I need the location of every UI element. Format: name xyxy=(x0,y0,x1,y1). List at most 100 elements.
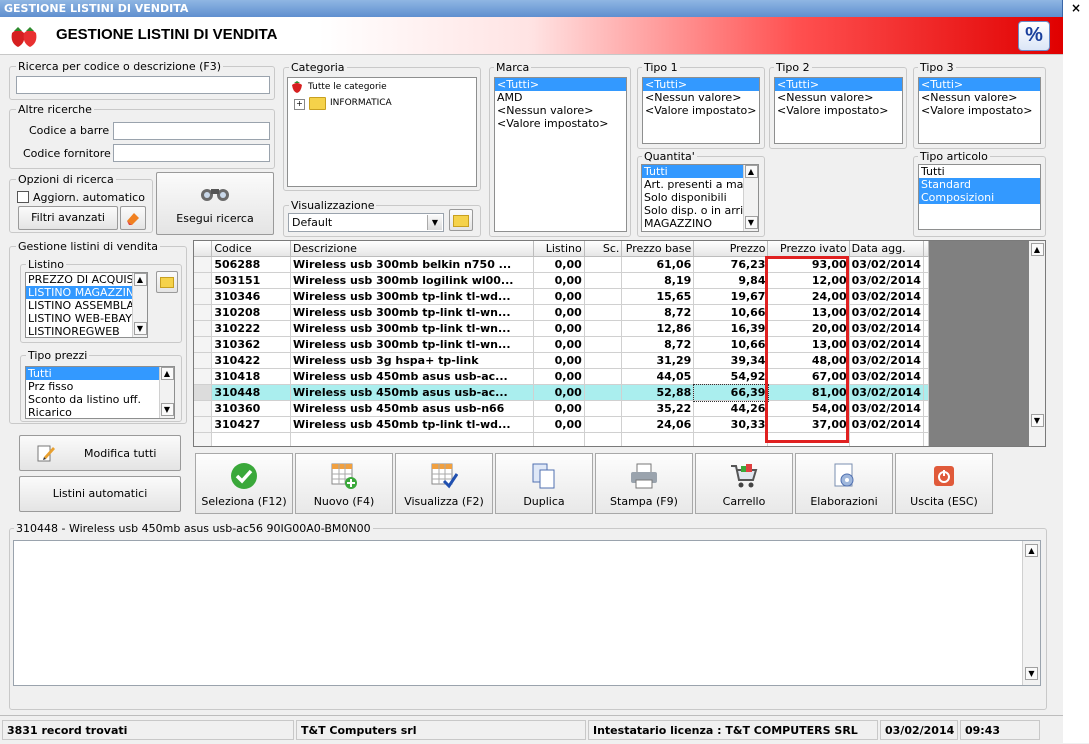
table-cell[interactable]: 03/02/2014 xyxy=(849,368,925,385)
table-cell[interactable]: 0,00 xyxy=(533,320,585,337)
table-cell[interactable] xyxy=(584,288,623,305)
table-cell[interactable] xyxy=(584,352,623,369)
table-cell[interactable]: 44,26 xyxy=(693,400,769,417)
price-types-list[interactable]: Tutti Prz fisso Sconto da listino uff. Rica… xyxy=(25,366,175,419)
article-type-list[interactable]: Tutti Standard Composizioni xyxy=(918,164,1041,230)
table-cell[interactable]: 0,00 xyxy=(533,416,585,433)
table-cell[interactable]: 03/02/2014 xyxy=(849,272,925,289)
brand-item[interactable]: AMD xyxy=(495,91,626,104)
exit-button[interactable]: Uscita (ESC) xyxy=(895,453,993,514)
table-cell[interactable] xyxy=(584,256,623,273)
grid-header-cell[interactable]: Prezzo base xyxy=(621,241,695,257)
scroll-up-icon[interactable]: ▲ xyxy=(160,367,174,380)
quantity-scrollbar[interactable]: ▲ ▼ xyxy=(743,165,758,231)
grid-header-cell[interactable]: Descrizione xyxy=(290,241,534,257)
table-cell[interactable]: Wireless usb 300mb tp-link tl-wn... xyxy=(290,336,534,353)
tipo1-item[interactable]: <Nessun valore> xyxy=(643,91,759,104)
article-type-item[interactable]: Tutti xyxy=(919,165,1040,178)
table-cell[interactable]: 506288 xyxy=(211,256,292,273)
scroll-down-icon[interactable]: ▼ xyxy=(160,403,174,416)
grid-scrollbar[interactable]: ▲ ▼ xyxy=(1029,241,1045,446)
row-indicator[interactable] xyxy=(194,352,213,369)
price-type-item[interactable]: Sconto da listino uff. xyxy=(26,393,159,406)
tipo2-item[interactable]: <Tutti> xyxy=(775,78,902,91)
tipo3-item[interactable]: <Valore impostato> xyxy=(919,104,1040,117)
table-cell[interactable]: 03/02/2014 xyxy=(849,400,925,417)
table-cell[interactable]: 31,29 xyxy=(621,352,695,369)
table-cell[interactable]: 03/02/2014 xyxy=(849,304,925,321)
processing-button[interactable]: Elaborazioni xyxy=(795,453,893,514)
table-cell[interactable]: Wireless usb 450mb tp-link tl-wd... xyxy=(290,416,534,433)
table-cell[interactable] xyxy=(584,304,623,321)
table-cell[interactable]: 310360 xyxy=(211,400,292,417)
row-indicator[interactable] xyxy=(194,288,213,305)
tipo1-item[interactable]: <Tutti> xyxy=(643,78,759,91)
table-cell[interactable]: 30,33 xyxy=(693,416,769,433)
view-select[interactable]: Default ▼ xyxy=(288,213,444,232)
table-cell[interactable]: 61,06 xyxy=(621,256,695,273)
listino-item[interactable]: LISTINOREGWEB xyxy=(26,325,132,337)
grid-header-cell[interactable]: Sc. xyxy=(584,241,623,257)
price-types-scrollbar[interactable]: ▲ ▼ xyxy=(159,367,174,418)
table-cell[interactable]: 10,66 xyxy=(693,304,769,321)
table-cell[interactable]: 03/02/2014 xyxy=(849,336,925,353)
brand-list[interactable]: <Tutti> AMD <Nessun valore> <Valore imposta… xyxy=(494,77,627,232)
table-cell[interactable]: 15,65 xyxy=(621,288,695,305)
tipo3-item[interactable]: <Tutti> xyxy=(919,78,1040,91)
tipo3-item[interactable]: <Nessun valore> xyxy=(919,91,1040,104)
barcode-input[interactable] xyxy=(113,122,270,140)
quantity-item[interactable]: MAGAZZINO xyxy=(642,217,744,230)
row-indicator[interactable] xyxy=(194,368,213,385)
table-cell[interactable]: Wireless usb 300mb belkin n750 ... xyxy=(290,256,534,273)
price-type-item[interactable]: Tutti xyxy=(26,367,159,380)
cart-button[interactable]: Carrello xyxy=(695,453,793,514)
table-cell[interactable]: Wireless usb 300mb tp-link tl-wn... xyxy=(290,320,534,337)
tipo2-item[interactable]: <Valore impostato> xyxy=(775,104,902,117)
scroll-up-icon[interactable]: ▲ xyxy=(1025,544,1038,557)
expand-icon[interactable]: + xyxy=(294,99,305,110)
scroll-down-icon[interactable]: ▼ xyxy=(744,216,758,229)
tipo2-list[interactable]: <Tutti> <Nessun valore> <Valore impostato> xyxy=(774,77,903,144)
listino-item[interactable]: LISTINO MAGAZZINO xyxy=(26,286,132,299)
table-cell[interactable]: 76,23 xyxy=(693,256,769,273)
row-indicator[interactable] xyxy=(194,416,213,433)
listino-scrollbar[interactable]: ▲ ▼ xyxy=(132,273,147,337)
row-indicator[interactable] xyxy=(194,400,213,417)
table-cell[interactable]: 54,92 xyxy=(693,368,769,385)
grid-header-cell[interactable]: Data agg. xyxy=(849,241,925,257)
table-cell[interactable]: 8,72 xyxy=(621,336,695,353)
table-cell[interactable]: 8,19 xyxy=(621,272,695,289)
table-cell[interactable]: 503151 xyxy=(211,272,292,289)
table-cell[interactable]: 03/02/2014 xyxy=(849,256,925,273)
scroll-up-icon[interactable]: ▲ xyxy=(1030,243,1044,256)
table-cell[interactable]: 24,06 xyxy=(621,416,695,433)
listino-item[interactable]: LISTINO ASSEMBLATI xyxy=(26,299,132,312)
table-cell[interactable]: Wireless usb 300mb tp-link tl-wd... xyxy=(290,288,534,305)
detail-textarea[interactable]: ▲ ▼ xyxy=(13,540,1041,686)
modify-all-button[interactable]: Modifica tutti xyxy=(19,435,181,471)
table-cell[interactable]: 310362 xyxy=(211,336,292,353)
brand-item[interactable]: <Tutti> xyxy=(495,78,626,91)
row-indicator[interactable] xyxy=(194,336,213,353)
grid-header-cell[interactable]: Prezzo ivato xyxy=(767,241,850,257)
row-indicator[interactable] xyxy=(194,272,213,289)
table-cell[interactable]: 03/02/2014 xyxy=(849,288,925,305)
quantity-item[interactable]: Solo disp. o in arrivo xyxy=(642,204,744,217)
table-cell[interactable]: Wireless usb 450mb asus usb-ac... xyxy=(290,368,534,385)
table-cell[interactable]: 310208 xyxy=(211,304,292,321)
brand-item[interactable]: <Nessun valore> xyxy=(495,104,626,117)
table-cell[interactable]: 0,00 xyxy=(533,304,585,321)
table-cell[interactable] xyxy=(584,384,623,401)
table-cell[interactable]: 0,00 xyxy=(533,400,585,417)
table-cell[interactable]: 52,88 xyxy=(621,384,695,401)
table-cell[interactable]: 44,05 xyxy=(621,368,695,385)
scroll-down-icon[interactable]: ▼ xyxy=(1025,667,1038,680)
table-cell[interactable]: 03/02/2014 xyxy=(849,320,925,337)
table-cell[interactable]: Wireless usb 450mb asus usb-n66 xyxy=(290,400,534,417)
scroll-up-icon[interactable]: ▲ xyxy=(133,273,147,286)
listino-item[interactable]: LISTINO WEB-EBAY xyxy=(26,312,132,325)
article-type-item[interactable]: Standard xyxy=(919,178,1040,191)
quantity-item[interactable]: Art. presenti a magazzino xyxy=(642,178,744,191)
table-cell[interactable]: 9,84 xyxy=(693,272,769,289)
scroll-down-icon[interactable]: ▼ xyxy=(133,322,147,335)
